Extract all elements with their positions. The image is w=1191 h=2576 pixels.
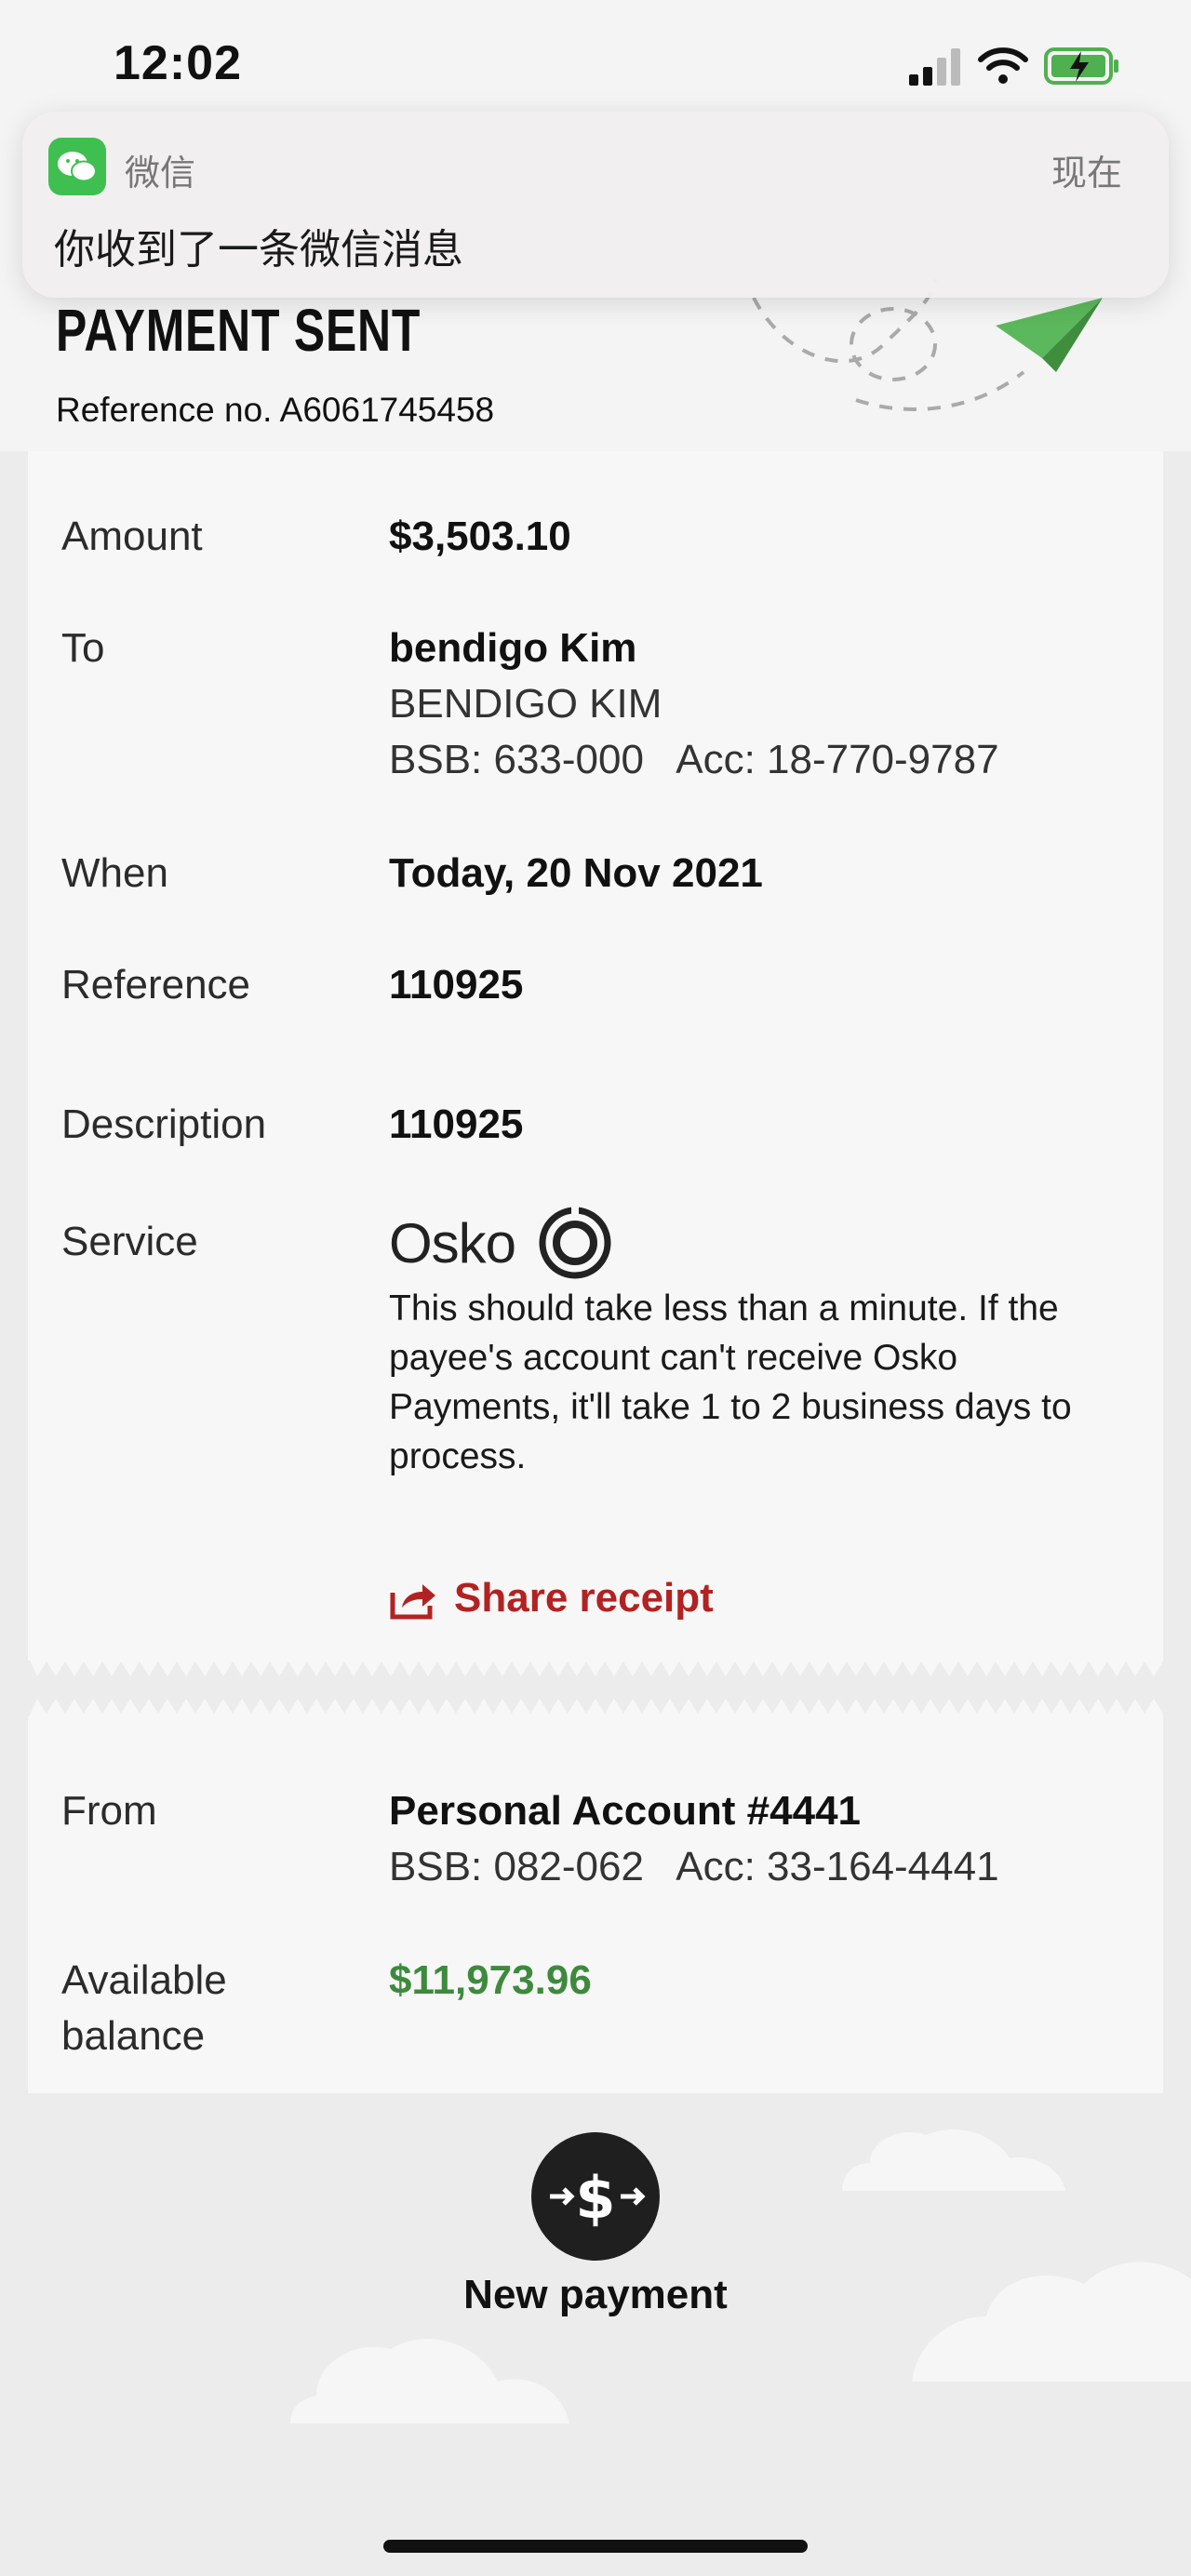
- osko-logo-icon: [539, 1206, 611, 1279]
- home-indicator[interactable]: [383, 2540, 808, 2553]
- reference-value: 110925: [389, 962, 524, 1008]
- cellular-signal-icon: [909, 48, 960, 86]
- payee-name: bendigo Kim: [389, 625, 637, 671]
- reference-number: Reference no. A6061745458: [56, 391, 495, 429]
- from-account-name: Personal Account #4441: [389, 1788, 862, 1834]
- reference-label: Reference: [61, 962, 251, 1008]
- paper-plane-icon: [752, 279, 1103, 411]
- share-icon[interactable]: [389, 1580, 437, 1621]
- available-balance-label-line1: Available: [61, 1957, 227, 2003]
- from-bank-details: BSB: 082-062 Acc: 33-164-4441: [389, 1844, 999, 1889]
- wechat-icon: [48, 138, 106, 195]
- payee-bank-details: BSB: 633-000 Acc: 18-770-9787: [389, 737, 999, 782]
- new-payment-label[interactable]: New payment: [409, 2272, 782, 2318]
- service-label: Service: [61, 1219, 198, 1264]
- description-label: Description: [61, 1101, 267, 1147]
- notification-message: 你收到了一条微信消息: [54, 227, 463, 273]
- svg-text:$: $: [575, 2164, 615, 2232]
- notification-app-name: 微信: [125, 154, 196, 194]
- receipt-torn-edge: [28, 1699, 1163, 1719]
- battery-icon: [1044, 47, 1118, 85]
- to-label: To: [61, 625, 105, 671]
- available-balance-value: $11,973.96: [389, 1957, 592, 2003]
- wifi-icon: [978, 47, 1028, 84]
- available-balance-label-line2: balance: [61, 2013, 206, 2059]
- osko-wordmark: Osko: [389, 1212, 516, 1275]
- share-receipt-button[interactable]: Share receipt: [454, 1575, 714, 1622]
- payment-date: Today, 20 Nov 2021: [389, 850, 763, 896]
- amount-label: Amount: [61, 514, 203, 559]
- notification-time: 现在: [1051, 154, 1123, 194]
- page-title: PAYMENT SENT: [56, 297, 422, 364]
- receipt-torn-edge: [28, 1656, 1163, 1676]
- from-label: From: [61, 1788, 157, 1834]
- payee-account-name: BENDIGO KIM: [389, 681, 662, 727]
- status-time: 12:02: [114, 36, 242, 90]
- description-value: 110925: [389, 1101, 524, 1147]
- new-payment-button[interactable]: $: [531, 2132, 660, 2261]
- amount-value: $3,503.10: [389, 514, 571, 559]
- when-label: When: [61, 850, 168, 896]
- service-description: This should take less than a minute. If …: [389, 1288, 1072, 1476]
- transfer-dollar-icon: $: [550, 2164, 646, 2232]
